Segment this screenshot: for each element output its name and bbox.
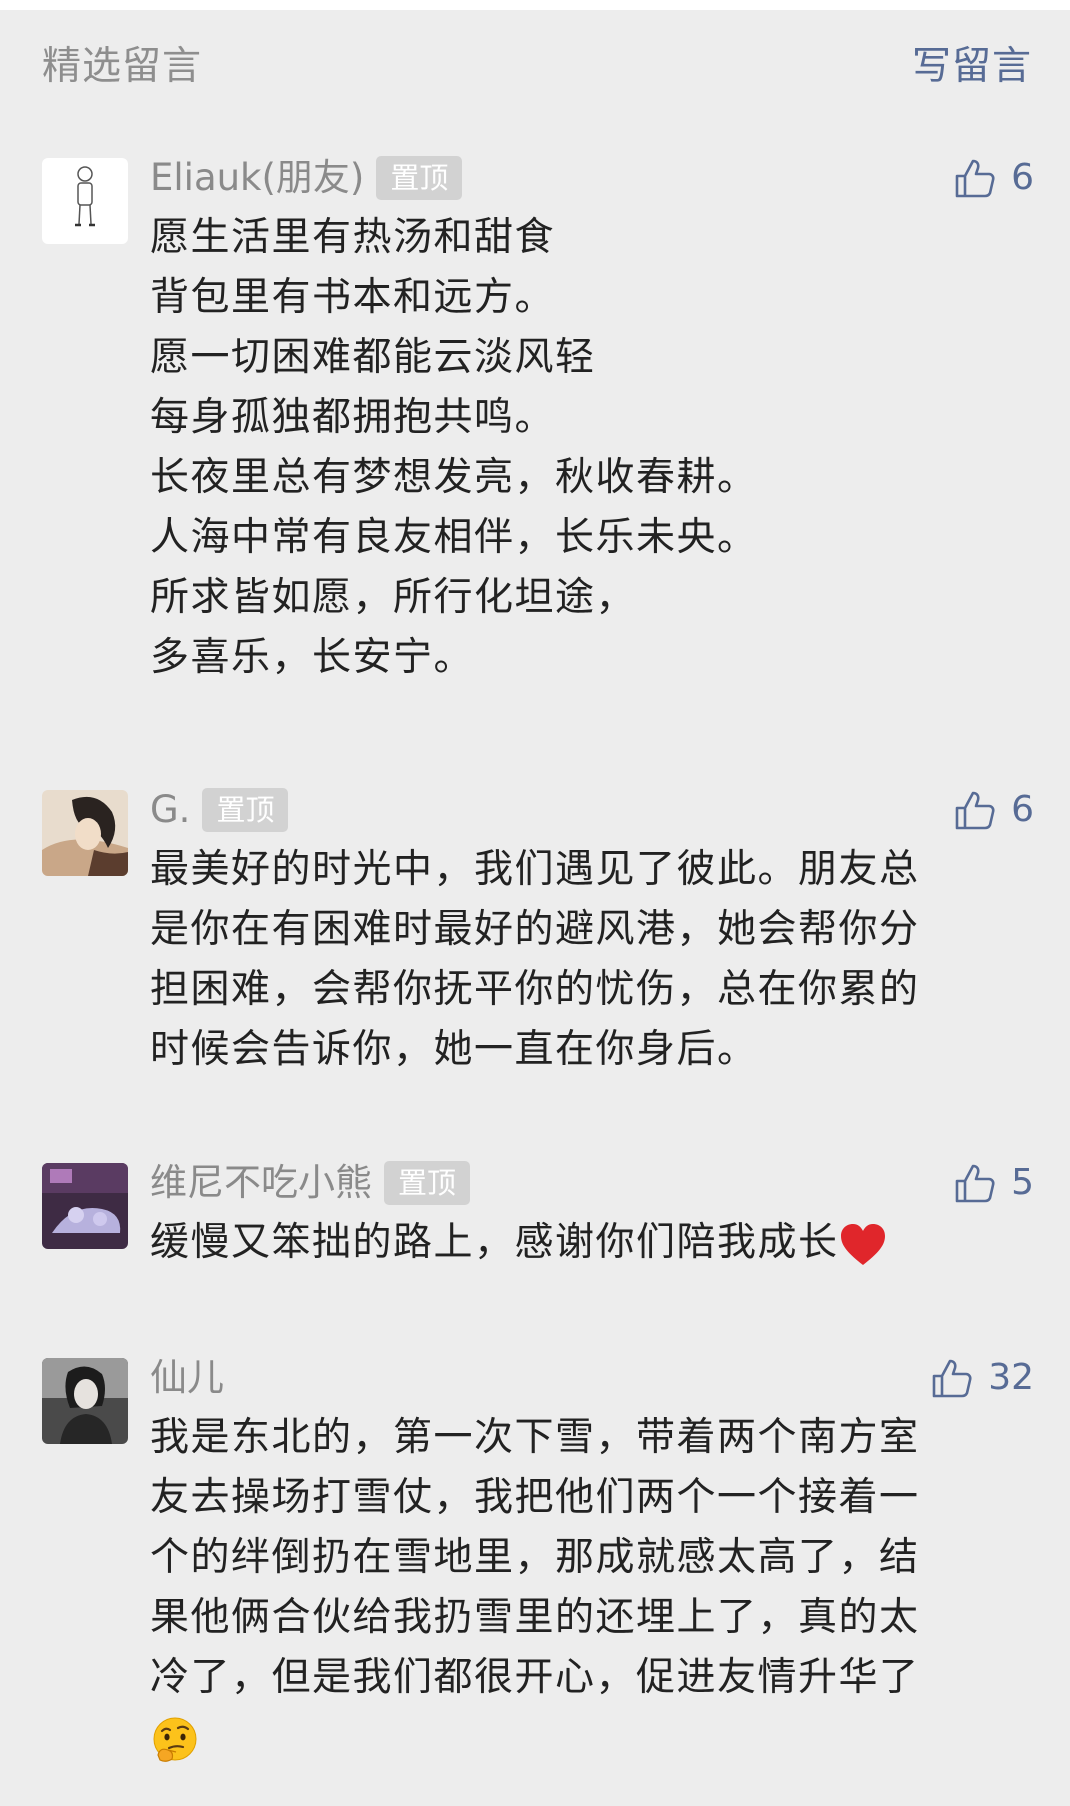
comment-line: 愿生活里有热汤和甜食 xyxy=(150,215,556,260)
comment-text: 缓慢又笨拙的路上，感谢你们陪我成长 xyxy=(150,1213,1010,1273)
pinned-badge: 置顶 xyxy=(384,1160,471,1206)
comment-line-text: 缓慢又笨拙的路上，感谢你们陪我成长 xyxy=(150,1220,839,1265)
like-count: 6 xyxy=(1011,157,1034,198)
comment-line: 背包里有书本和远方。 xyxy=(150,275,556,320)
avatar[interactable] xyxy=(42,158,128,244)
comment-line: 缓慢又笨拙的路上，感谢你们陪我成长 xyxy=(150,1213,1010,1273)
comment-header: 仙儿 xyxy=(150,1350,224,1406)
comment-text: 我是东北的，第一次下雪，带着两个南方室 友去操场打雪仗，我把他们两个一个接着一 … xyxy=(150,1408,1010,1768)
thumbs-up-icon xyxy=(932,1359,972,1398)
comment-line: 每身孤独都拥抱共鸣。 xyxy=(150,395,556,440)
section-title: 精选留言 xyxy=(42,44,203,89)
thumbs-up-icon xyxy=(955,791,995,830)
like-count: 6 xyxy=(1011,789,1034,830)
like-count: 5 xyxy=(1011,1162,1034,1203)
comment-text: 愿生活里有热汤和甜食 背包里有书本和远方。 愿一切困难都能云淡风轻 每身孤独都拥… xyxy=(150,208,1010,688)
commenter-name[interactable]: 维尼不吃小熊 xyxy=(150,1161,372,1205)
comment-line: 是你在有困难时最好的避风港，她会帮你分 xyxy=(150,907,920,952)
like-count: 32 xyxy=(988,1357,1034,1398)
comments-header: 精选留言 写留言 xyxy=(0,10,1070,130)
comment-line: 多喜乐，长安宁。 xyxy=(150,635,475,680)
comment-line: 果他俩合伙给我扔雪里的还埋上了，真的太 xyxy=(150,1595,920,1640)
comment-line: 最美好的时光中，我们遇见了彼此。朋友总 xyxy=(150,847,920,892)
avatar[interactable] xyxy=(42,1163,128,1249)
comment-text: 最美好的时光中，我们遇见了彼此。朋友总 是你在有困难时最好的避风港，她会帮你分 … xyxy=(150,840,1010,1080)
like-button[interactable]: 5 xyxy=(953,1159,1034,1207)
comment-line: 友去操场打雪仗，我把他们两个一个接着一 xyxy=(150,1475,920,1520)
thumbs-up-icon xyxy=(955,159,995,198)
comment-line: 担困难，会帮你抚平你的忧伤，总在你累的 xyxy=(150,967,920,1012)
pinned-badge: 置顶 xyxy=(202,787,289,833)
avatar[interactable] xyxy=(42,790,128,876)
comment-line: 我是东北的，第一次下雪，带着两个南方室 xyxy=(150,1415,920,1460)
commenter-name[interactable]: Eliauk(朋友) xyxy=(150,156,364,200)
thinking-face-emoji-icon xyxy=(153,1717,197,1762)
comment-line: 所求皆如愿，所行化坦途， xyxy=(150,575,637,620)
comment-line: 人海中常有良友相伴，长乐未央。 xyxy=(150,515,758,560)
like-button[interactable]: 32 xyxy=(930,1354,1034,1402)
write-comment-button[interactable]: 写留言 xyxy=(912,44,1032,91)
like-button[interactable]: 6 xyxy=(953,154,1034,202)
red-heart-emoji-icon xyxy=(840,1223,885,1265)
pinned-badge: 置顶 xyxy=(376,155,463,201)
comment-header: Eliauk(朋友) 置顶 xyxy=(150,150,463,206)
comment-line: 愿一切困难都能云淡风轻 xyxy=(150,335,596,380)
like-button[interactable]: 6 xyxy=(953,786,1034,834)
comment-line: 时候会告诉你，她一直在你身后。 xyxy=(150,1027,758,1072)
comment-emoji-line xyxy=(150,1708,1010,1768)
comment-line: 个的绊倒扔在雪地里，那成就感太高了，结 xyxy=(150,1535,920,1580)
top-strip xyxy=(0,0,1070,10)
comment-header: 维尼不吃小熊 置顶 xyxy=(150,1155,471,1211)
comment-line: 长夜里总有梦想发亮，秋收春耕。 xyxy=(150,455,758,500)
comment-line: 冷了，但是我们都很开心，促进友情升华了 xyxy=(150,1655,920,1700)
comment-header: G. 置顶 xyxy=(150,782,289,838)
commenter-name[interactable]: 仙儿 xyxy=(150,1356,224,1400)
commenter-name[interactable]: G. xyxy=(150,788,190,832)
avatar[interactable] xyxy=(42,1358,128,1444)
thumbs-up-icon xyxy=(955,1164,995,1203)
